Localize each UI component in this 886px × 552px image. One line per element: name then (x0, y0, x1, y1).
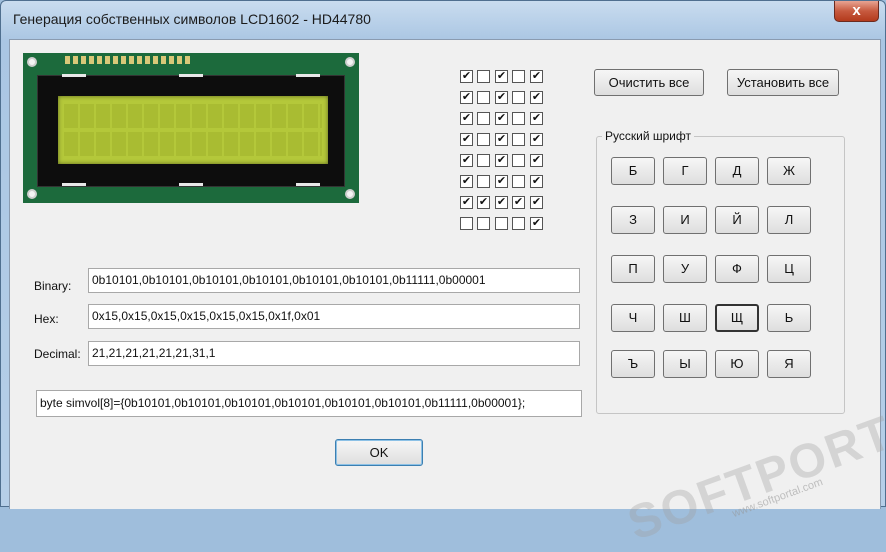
letter-button[interactable]: Ь (767, 304, 811, 332)
decimal-field[interactable]: 21,21,21,21,21,21,31,1 (88, 341, 580, 366)
letter-button[interactable]: З (611, 206, 655, 234)
letter-button[interactable]: Ш (663, 304, 707, 332)
letter-button[interactable]: Ц (767, 255, 811, 283)
pixel-checkbox[interactable] (477, 175, 490, 188)
pixel-checkbox[interactable] (512, 112, 525, 125)
pixel-checkbox[interactable]: ✔ (512, 196, 525, 209)
pixel-checkbox[interactable] (477, 217, 490, 230)
pixel-checkbox[interactable]: ✔ (530, 91, 543, 104)
pixel-checkbox[interactable] (477, 154, 490, 167)
pixel-checkbox[interactable]: ✔ (530, 112, 543, 125)
code-output-field[interactable]: byte simvol[8]={0b10101,0b10101,0b10101,… (36, 390, 582, 417)
pixel-checkbox[interactable] (512, 154, 525, 167)
pixel-checkbox[interactable] (477, 70, 490, 83)
pixel-checkbox[interactable] (477, 112, 490, 125)
letter-button[interactable]: Й (715, 206, 759, 234)
mount-hole (345, 189, 355, 199)
pixel-checkbox[interactable] (512, 133, 525, 146)
decimal-label: Decimal: (34, 347, 81, 361)
pixel-checkbox[interactable]: ✔ (530, 196, 543, 209)
pixel-checkbox[interactable]: ✔ (460, 91, 473, 104)
mount-hole (27, 57, 37, 67)
binary-field[interactable]: 0b10101,0b10101,0b10101,0b10101,0b10101,… (88, 268, 580, 293)
pixel-checkbox[interactable]: ✔ (495, 91, 508, 104)
mount-hole (27, 189, 37, 199)
letter-button[interactable]: Л (767, 206, 811, 234)
letter-button[interactable]: Ю (715, 350, 759, 378)
close-button[interactable]: x (834, 1, 879, 22)
clear-all-button[interactable]: Очистить все (594, 69, 704, 96)
lcd-bezel (37, 74, 345, 187)
letter-button[interactable]: У (663, 255, 707, 283)
letter-button[interactable]: Ъ (611, 350, 655, 378)
letter-button[interactable]: Д (715, 157, 759, 185)
letter-button[interactable]: Ж (767, 157, 811, 185)
pixel-checkbox[interactable]: ✔ (495, 133, 508, 146)
lcd-header-pins (65, 56, 190, 64)
letter-button[interactable]: Я (767, 350, 811, 378)
pixel-checkbox[interactable] (512, 217, 525, 230)
lcd-module-image (23, 53, 359, 203)
window-title: Генерация собственных символов LCD1602 -… (13, 11, 371, 27)
letter-button[interactable]: И (663, 206, 707, 234)
pixel-checkbox[interactable]: ✔ (495, 70, 508, 83)
pixel-checkbox[interactable]: ✔ (495, 175, 508, 188)
pixel-checkbox[interactable]: ✔ (460, 133, 473, 146)
letter-button[interactable]: Ы (663, 350, 707, 378)
pixel-checkbox[interactable] (512, 70, 525, 83)
letter-button[interactable]: Ф (715, 255, 759, 283)
ok-button[interactable]: OK (335, 439, 423, 466)
pixel-checkbox[interactable]: ✔ (530, 154, 543, 167)
pixel-checkbox[interactable]: ✔ (460, 175, 473, 188)
pixel-checkbox[interactable]: ✔ (460, 154, 473, 167)
pixel-checkbox[interactable]: ✔ (477, 196, 490, 209)
letter-button[interactable]: Г (663, 157, 707, 185)
mount-hole (345, 57, 355, 67)
pixel-checkbox[interactable]: ✔ (495, 154, 508, 167)
set-all-button[interactable]: Установить все (727, 69, 839, 96)
pixel-checkbox[interactable]: ✔ (495, 196, 508, 209)
pixel-checkbox[interactable] (512, 91, 525, 104)
lcd-screen (58, 96, 328, 164)
pixel-checkbox[interactable] (477, 91, 490, 104)
pixel-checkbox[interactable]: ✔ (530, 217, 543, 230)
letter-button[interactable]: Б (611, 157, 655, 185)
russian-font-label: Русский шрифт (602, 129, 694, 143)
pixel-checkbox[interactable]: ✔ (495, 112, 508, 125)
pixel-checkbox[interactable] (495, 217, 508, 230)
pixel-checkbox[interactable]: ✔ (460, 70, 473, 83)
letter-button[interactable]: Щ (715, 304, 759, 332)
pixel-checkbox[interactable] (460, 217, 473, 230)
pixel-checkbox[interactable]: ✔ (530, 70, 543, 83)
dialog-client-area: ✔ ✔ ✔ ✔ ✔ ✔ ✔ ✔ ✔ ✔ ✔ ✔ ✔ ✔ ✔ ✔ ✔ ✔ ✔ ✔ ✔ ✔ ✔ ✔ Очистить все Ус… (9, 39, 886, 551)
pixel-checkbox[interactable]: ✔ (530, 175, 543, 188)
pixel-checkbox[interactable] (477, 133, 490, 146)
letter-button[interactable]: Ч (611, 304, 655, 332)
app-window: Генерация собственных символов LCD1602 -… (0, 0, 886, 551)
pixel-checkbox[interactable]: ✔ (460, 112, 473, 125)
pixel-checkbox[interactable]: ✔ (530, 133, 543, 146)
pixel-checkbox[interactable]: ✔ (460, 196, 473, 209)
hex-field[interactable]: 0x15,0x15,0x15,0x15,0x15,0x15,0x1f,0x01 (88, 304, 580, 329)
pixel-checkbox[interactable] (512, 175, 525, 188)
lcd-character-cells (64, 104, 322, 156)
letter-button[interactable]: П (611, 255, 655, 283)
hex-label: Hex: (34, 312, 59, 326)
binary-label: Binary: (34, 279, 72, 293)
